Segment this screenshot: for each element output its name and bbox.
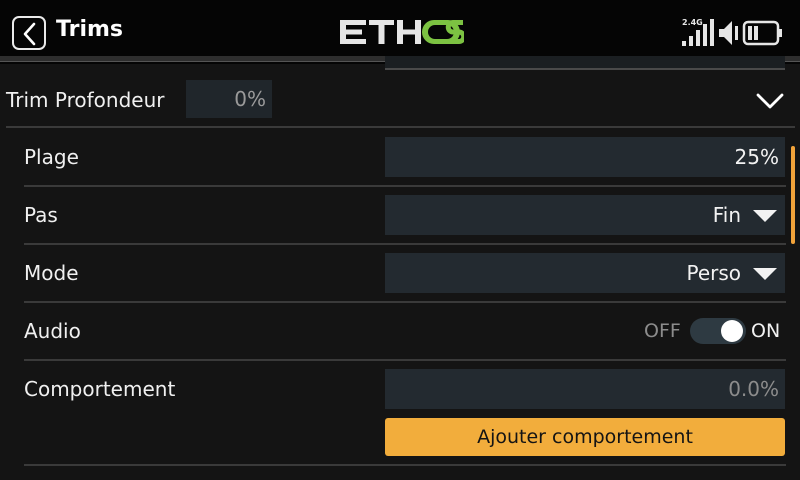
range-field[interactable]: 25% [385,137,785,177]
page-title: Trims [56,17,123,42]
signal-band-label: 2.4G [682,18,703,27]
audio-off-label: OFF [644,320,681,342]
scrollbar[interactable] [791,146,795,244]
row-divider [24,359,786,361]
range-value: 25% [734,145,779,169]
mode-value: Perso [686,261,741,285]
ethos-logo [340,20,464,44]
dropdown-caret-icon [753,268,777,280]
chevron-down-icon[interactable] [756,92,784,110]
step-select[interactable]: Fin [385,195,785,235]
section-trim-value: 0% [186,80,272,118]
speaker-icon [719,21,738,45]
range-label: Plage [24,145,79,169]
section-title: Trim Profondeur [6,88,165,112]
row-divider [24,185,786,187]
step-value: Fin [712,203,741,227]
add-behavior-button[interactable]: Ajouter comportement [385,418,785,456]
toggle-knob [721,320,743,342]
audio-label: Audio [24,319,81,343]
audio-on-label: ON [751,320,781,342]
step-label: Pas [24,203,58,227]
behavior-field[interactable]: 0.0% [385,369,785,409]
status-icons: 2.4G [682,18,782,46]
section-divider [6,126,795,128]
row-divider [24,464,786,466]
behavior-label: Comportement [24,377,176,401]
behavior-value: 0.0% [728,377,779,401]
top-bar: Trims 2.4G [0,0,800,64]
battery-icon [742,20,782,46]
row-divider [24,243,786,245]
chevron-left-icon [23,22,36,46]
audio-toggle[interactable] [690,318,746,344]
back-button[interactable] [12,16,46,50]
row-divider [24,301,786,303]
section-trim-value-text: 0% [234,87,266,111]
mode-label: Mode [24,261,79,285]
dropdown-caret-icon [753,210,777,222]
previous-field-edge [385,56,785,70]
mode-select[interactable]: Perso [385,253,785,293]
